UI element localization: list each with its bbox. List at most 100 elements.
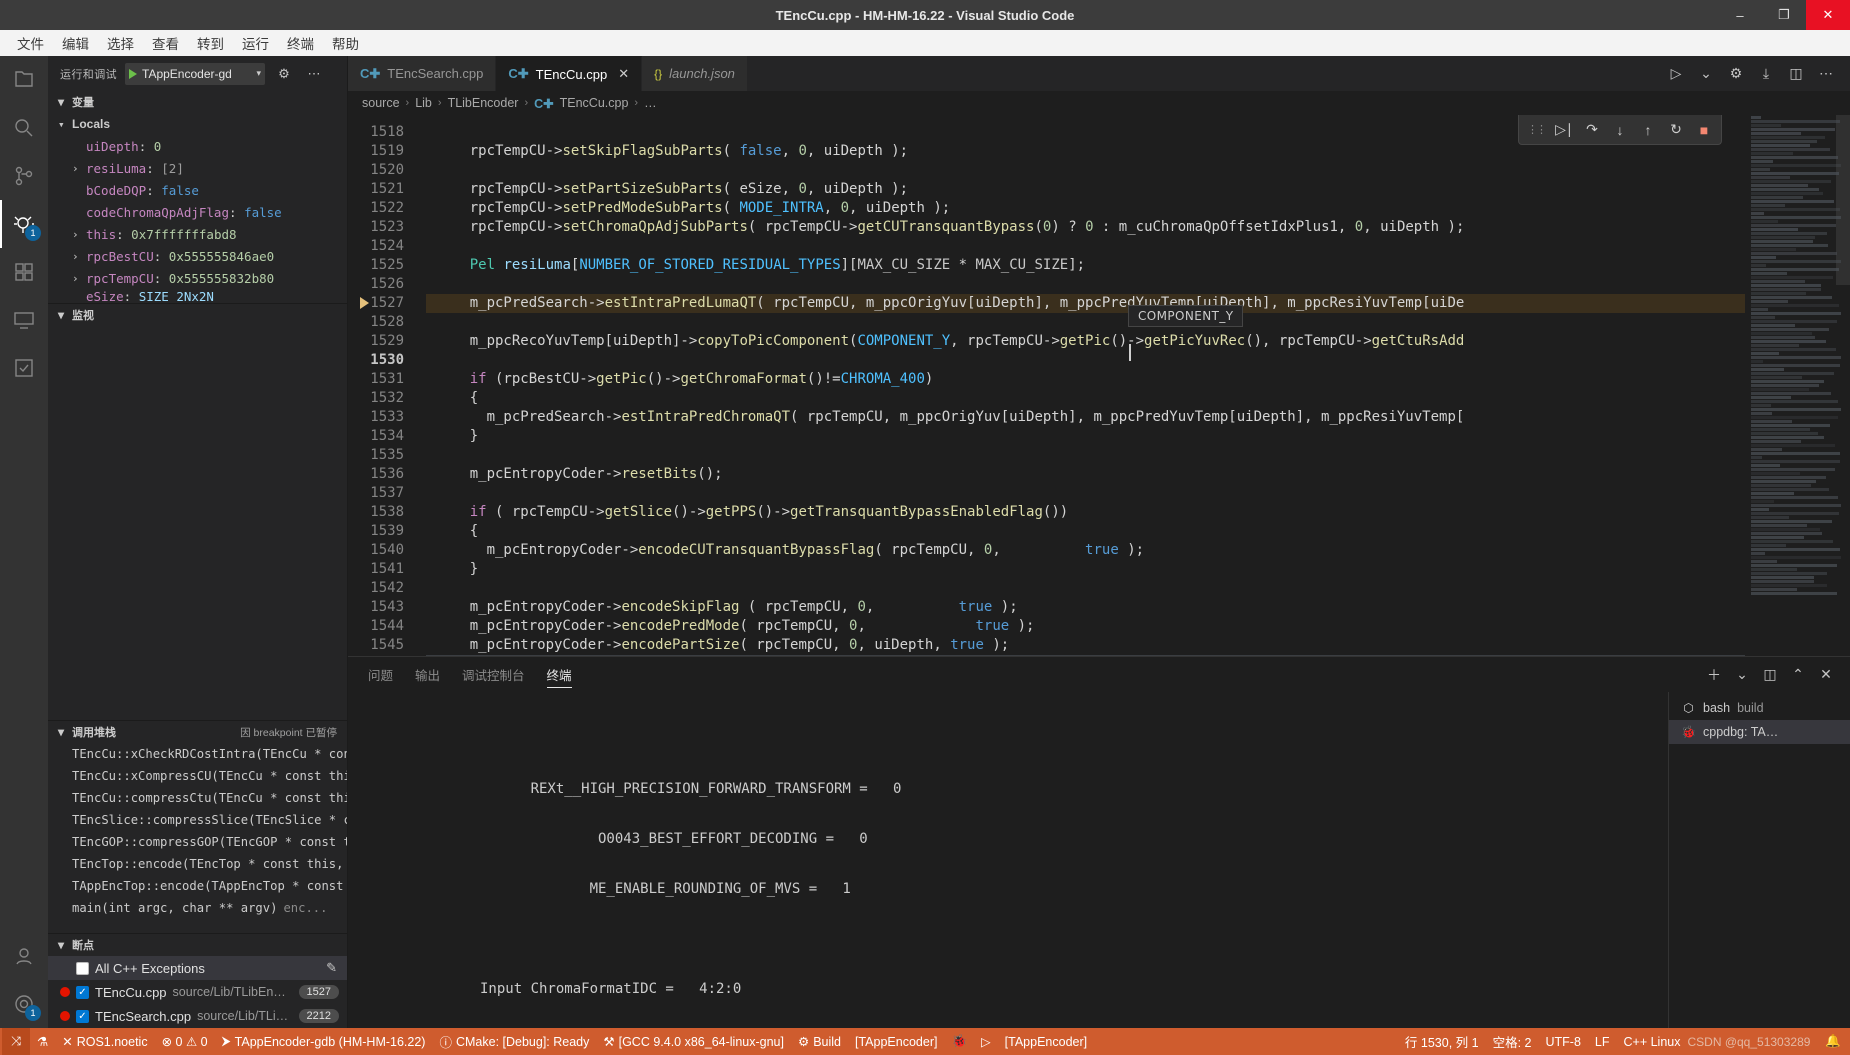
terminal-instance-bash[interactable]: ⬡ bash build	[1669, 696, 1850, 720]
new-terminal-icon[interactable]: ＋	[1702, 663, 1726, 687]
code-line[interactable]: m_pcEntropyCoder->encodePredMode( rpcTem…	[426, 617, 1745, 636]
call-stack-section-header[interactable]: ▾ 调用堆栈 因 breakpoint 已暂停	[48, 721, 347, 743]
menu-run[interactable]: 运行	[233, 31, 278, 55]
variable-row[interactable]: codeChromaQpAdjFlag: false	[48, 201, 347, 223]
menu-file[interactable]: 文件	[8, 31, 53, 55]
breadcrumb-item-source[interactable]: source	[362, 96, 400, 110]
stack-frame[interactable]: TEncSlice::compressSlice(TEncSlice * cor	[48, 809, 347, 831]
terminal-output[interactable]: REXt__HIGH_PRECISION_FORWARD_TRANSFORM =…	[348, 692, 1668, 1028]
minimize-button[interactable]: –	[1718, 0, 1762, 30]
compiler-kit-status[interactable]: ⚒ [GCC 9.4.0 x86_64-linux-gnu]	[596, 1028, 791, 1055]
breakpoint-checkbox[interactable]	[76, 961, 89, 975]
watch-section-header[interactable]: ▾ 监视	[48, 304, 347, 326]
split-terminal-icon[interactable]: ◫	[1758, 663, 1782, 687]
stack-frame[interactable]: TEncCu::xCheckRDCostIntra(TEncCu * cons	[48, 743, 347, 765]
stack-frame[interactable]: TEncCu::xCompressCU(TEncCu * const this,	[48, 765, 347, 787]
variable-row[interactable]: › this: 0x7fffffffabd8	[48, 223, 347, 245]
code-line[interactable]	[426, 313, 1745, 332]
variable-row[interactable]: uiDepth: 0	[48, 135, 347, 157]
menu-view[interactable]: 查看	[143, 31, 188, 55]
close-button[interactable]: ✕	[1806, 0, 1850, 30]
step-out-button[interactable]: ↑	[1635, 117, 1661, 143]
language-mode-status[interactable]: C++ Linux	[1617, 1028, 1688, 1055]
restart-button[interactable]: ↻	[1663, 117, 1689, 143]
variable-row[interactable]: bCodeDQP: false	[48, 179, 347, 201]
stack-frame[interactable]: TAppEncTop::encode(TAppEncTop * const t	[48, 875, 347, 897]
more-actions-icon[interactable]: ⋯	[1812, 56, 1840, 91]
tab-terminal[interactable]: 终端	[546, 657, 572, 692]
code-line[interactable]	[426, 446, 1745, 465]
code-line[interactable]	[426, 161, 1745, 180]
breadcrumb-item-tlibencoder[interactable]: TLibEncoder	[448, 96, 519, 110]
stack-frame[interactable]: TEncTop::encode(TEncTop * const this, Bo	[48, 853, 347, 875]
code-line[interactable]: m_pcEntropyCoder->encodeCUTransquantBypa…	[426, 541, 1745, 560]
remote-explorer-icon[interactable]	[0, 296, 48, 344]
encoding-status[interactable]: UTF-8	[1538, 1028, 1587, 1055]
cmake-launch-button[interactable]: ▷	[974, 1028, 998, 1055]
breakpoint-checkbox[interactable]: ✓	[76, 1009, 89, 1023]
code-editor[interactable]: 1518 1519 1520 1521 1522 1523 1524 1525 1526 1527…	[348, 115, 1745, 656]
code-line[interactable]: m_pcEntropyCoder->encodePartSize( rpcTem…	[426, 636, 1745, 655]
stack-frame[interactable]: main(int argc, char ** argv) enc...	[48, 897, 347, 919]
indentation-status[interactable]: 空格: 2	[1486, 1028, 1539, 1055]
code-line[interactable]	[426, 484, 1745, 503]
code-line[interactable]: m_pcEntropyCoder->encodeSkipFlag ( rpcTe…	[426, 598, 1745, 617]
menu-edit[interactable]: 编辑	[53, 31, 98, 55]
debug-target-status[interactable]: ⮞ TAppEncoder-gdb (HM-HM-16.22)	[215, 1028, 433, 1055]
maximize-button[interactable]: ❐	[1762, 0, 1806, 30]
ros-status-item[interactable]: ✕ ROS1.noetic	[55, 1028, 154, 1055]
code-line[interactable]	[426, 237, 1745, 256]
remote-indicator[interactable]: ⤨	[2, 1028, 31, 1055]
menu-selection[interactable]: 选择	[98, 31, 143, 55]
tab-debug-console[interactable]: 调试控制台	[462, 657, 525, 692]
code-line[interactable]: m_pcEntropyCoder->encodePredInfo( rpcTem…	[426, 655, 1745, 656]
close-panel-icon[interactable]: ✕	[1814, 663, 1838, 687]
variable-row[interactable]: › rpcTempCU: 0x555555832b80	[48, 267, 347, 289]
stop-button[interactable]: ■	[1691, 117, 1717, 143]
variables-group-locals[interactable]: ▾ Locals	[48, 113, 347, 135]
breakpoint-row[interactable]: ✓ TEncCu.cpp source/Lib/TLibEn… 1527	[48, 980, 347, 1004]
launch-target-status[interactable]: [TAppEncoder]	[998, 1028, 1094, 1055]
tab-launch-json[interactable]: {} launch.json	[642, 56, 748, 91]
maximize-panel-icon[interactable]: ⌃	[1786, 663, 1810, 687]
code-line[interactable]: {	[426, 389, 1745, 408]
step-into-button[interactable]: ↓	[1607, 117, 1633, 143]
code-line[interactable]: }	[426, 427, 1745, 446]
build-target-status[interactable]: [TAppEncoder]	[848, 1028, 944, 1055]
search-icon[interactable]	[0, 104, 48, 152]
edit-condition-pencil-icon[interactable]: ✎	[326, 960, 337, 976]
cmake-debug-button[interactable]: 🐞	[944, 1028, 974, 1055]
code-line[interactable]: m_pcPredSearch->estIntraPredLumaQT( rpcT…	[426, 294, 1745, 313]
chevron-down-icon[interactable]: ⌄	[1692, 56, 1720, 91]
drag-handle[interactable]: ⋮⋮	[1523, 123, 1549, 136]
code-lines[interactable]: rpcTempCU->setSkipFlagSubParts( false, 0…	[426, 115, 1745, 656]
code-line[interactable]	[426, 579, 1745, 598]
accounts-icon[interactable]	[0, 932, 48, 980]
run-or-debug-icon[interactable]: ▷	[1662, 56, 1690, 91]
variable-row[interactable]: › resiLuma: [2]	[48, 157, 347, 179]
tab-problems[interactable]: 问题	[368, 657, 393, 692]
download-icon[interactable]: ⤓	[1752, 56, 1780, 91]
tab-tencsearch-cpp[interactable]: C✚ TEncSearch.cpp	[348, 56, 497, 91]
run-and-debug-icon[interactable]: 1	[0, 200, 48, 248]
source-control-icon[interactable]	[0, 152, 48, 200]
breadcrumb-item-lib[interactable]: Lib	[415, 96, 432, 110]
chevron-right-icon[interactable]: ›	[72, 272, 86, 285]
breakpoint-row-exceptions[interactable]: All C++ Exceptions ✎	[48, 956, 347, 980]
variable-row[interactable]: › rpcBestCU: 0x555555846ae0	[48, 245, 347, 267]
eol-status[interactable]: LF	[1588, 1028, 1617, 1055]
notifications-bell-icon[interactable]: 🔔	[1818, 1028, 1848, 1055]
stack-frame[interactable]: TEncGOP::compressGOP(TEncGOP * const thi	[48, 831, 347, 853]
variable-row[interactable]: eSize: SIZE_2Nx2N	[48, 289, 347, 303]
breakpoint-row[interactable]: ✓ TEncSearch.cpp source/Lib/TLi… 2212	[48, 1004, 347, 1028]
menu-go[interactable]: 转到	[188, 31, 233, 55]
breadcrumb-item-symbol[interactable]: …	[644, 96, 657, 110]
breakpoints-section-header[interactable]: ▾ 断点	[48, 934, 347, 956]
code-line[interactable]	[426, 275, 1745, 294]
code-line[interactable]: {	[426, 522, 1745, 541]
stack-frame[interactable]: TEncCu::compressCtu(TEncCu * const this,	[48, 787, 347, 809]
cursor-position[interactable]: 行 1530, 列 1	[1398, 1028, 1486, 1055]
cmake-build-button[interactable]: ⚙ Build	[791, 1028, 848, 1055]
cmake-status[interactable]: ⓘ CMake: [Debug]: Ready	[432, 1028, 596, 1055]
continue-button[interactable]: ▷∣	[1551, 117, 1577, 143]
